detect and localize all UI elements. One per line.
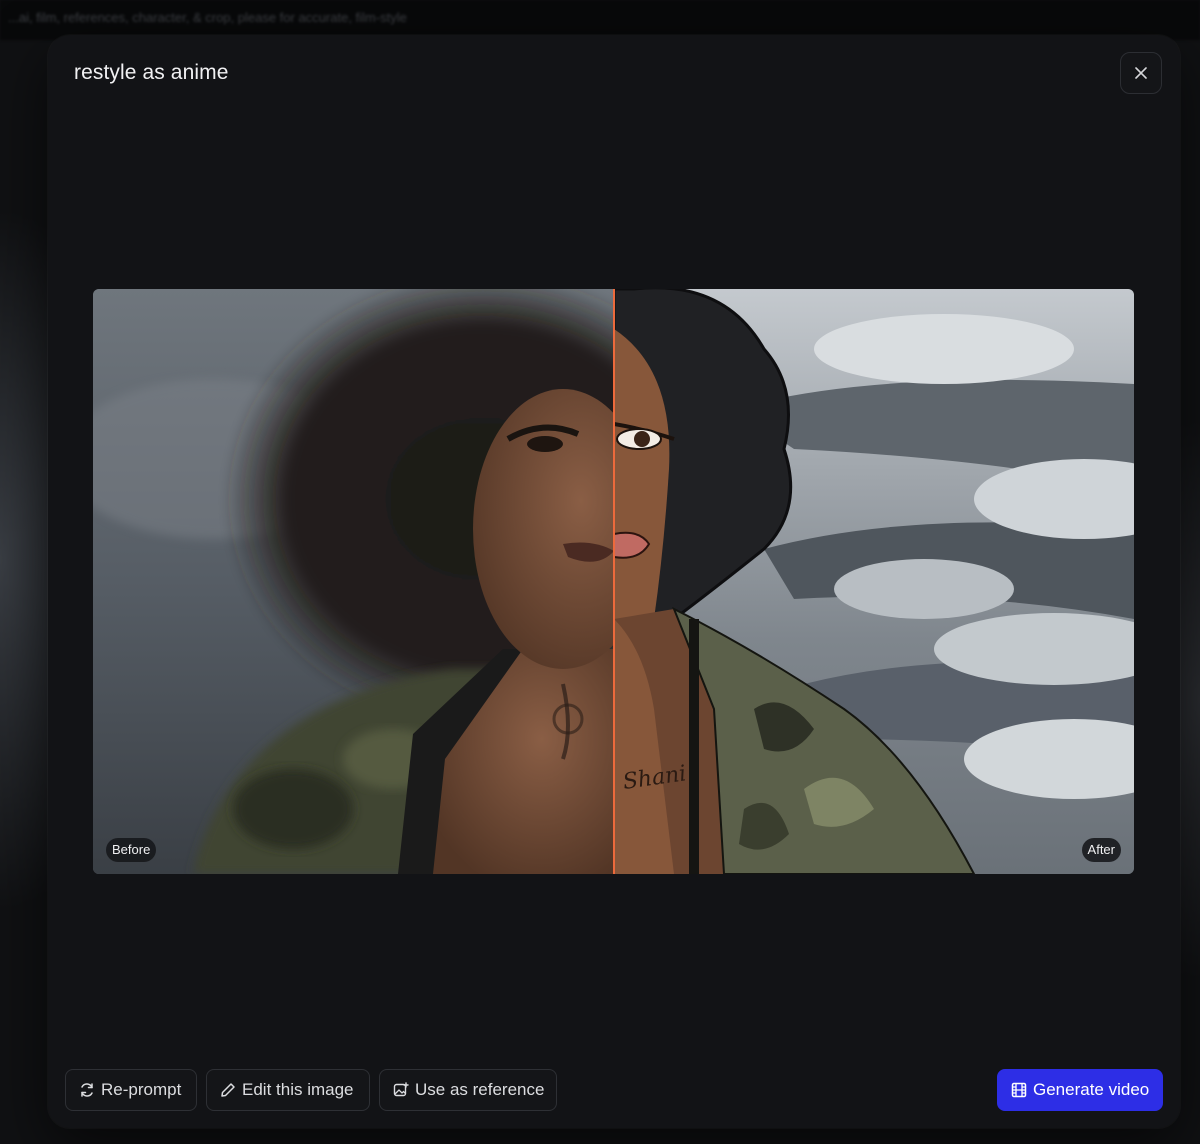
close-icon [1135, 67, 1147, 79]
reprompt-label: Re-prompt [101, 1080, 182, 1099]
generate-video-label: Generate video [1033, 1080, 1150, 1099]
before-label: Before [106, 838, 157, 862]
before-image [93, 289, 614, 874]
after-image: Shani [614, 289, 1134, 874]
image-compare-modal: restyle as anime Shani Before After Re-p… [48, 35, 1180, 1128]
reprompt-button[interactable]: Re-prompt [65, 1069, 197, 1111]
modal-title: restyle as anime [74, 61, 229, 84]
refresh-icon [81, 1083, 93, 1097]
before-after-viewer[interactable]: Shani Before After [93, 289, 1134, 874]
close-button[interactable] [1120, 52, 1162, 94]
background-prompt-text: ...ai, film, references, character, & cr… [0, 0, 1200, 40]
edit-image-label: Edit this image [242, 1080, 354, 1099]
use-as-reference-label: Use as reference [415, 1080, 545, 1099]
generate-video-button[interactable]: Generate video [997, 1069, 1163, 1111]
edit-image-button[interactable]: Edit this image [206, 1069, 370, 1111]
film-icon [1011, 1082, 1027, 1098]
compare-divider-handle[interactable] [613, 289, 615, 874]
pencil-icon [221, 1083, 235, 1097]
image-add-icon [393, 1082, 409, 1097]
use-as-reference-button[interactable]: Use as reference [379, 1069, 557, 1111]
after-label: After [1081, 838, 1121, 862]
